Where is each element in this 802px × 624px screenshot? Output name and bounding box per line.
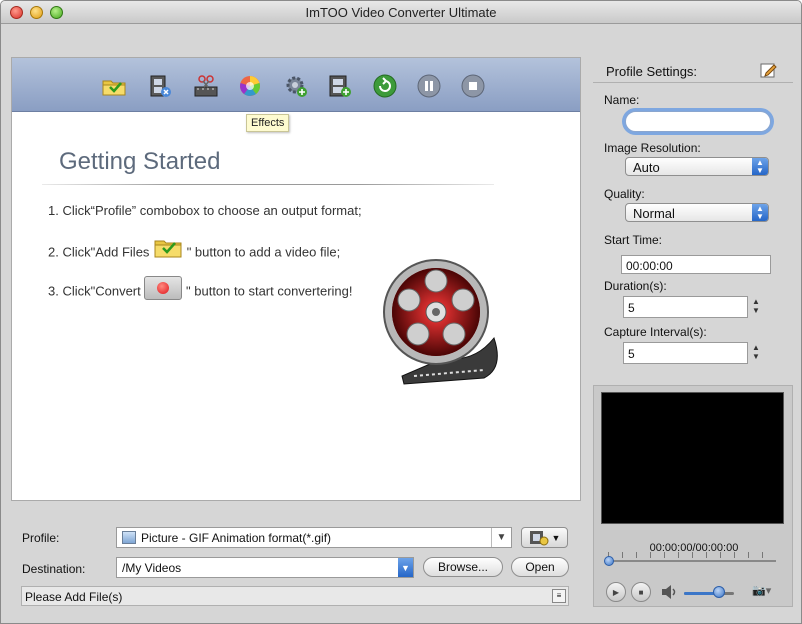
duration-stepper[interactable]: ▲ ▼ bbox=[751, 297, 761, 317]
film-reel-icon bbox=[383, 259, 498, 385]
capture-interval-value: 5 bbox=[628, 347, 635, 361]
quality-value: Normal bbox=[633, 206, 675, 221]
timeline-thumb[interactable] bbox=[604, 556, 614, 566]
duration-label: Duration(s): bbox=[604, 279, 667, 293]
stop-icon: ■ bbox=[638, 587, 644, 597]
step-3-text-before: 3. Click"Convert bbox=[48, 283, 141, 299]
convert-button[interactable] bbox=[371, 72, 399, 100]
profile-settings-title: Profile Settings: bbox=[606, 64, 698, 79]
effects-button[interactable] bbox=[236, 72, 264, 100]
getting-started-title: Getting Started bbox=[59, 148, 221, 175]
film-remove-icon bbox=[150, 75, 171, 97]
image-resolution-select[interactable]: Auto ▲ ▼ bbox=[625, 157, 769, 176]
image-resolution-label: Image Resolution: bbox=[604, 141, 701, 155]
film-add-icon bbox=[329, 75, 351, 97]
effects-tooltip: Effects bbox=[246, 114, 290, 132]
image-resolution-value: Auto bbox=[633, 160, 660, 175]
browse-button[interactable]: Browse... bbox=[423, 557, 503, 577]
capture-interval-stepper[interactable]: ▲ ▼ bbox=[751, 343, 761, 363]
step-2-text-before: 2. Click"Add Files bbox=[48, 244, 150, 260]
add-files-inline-icon bbox=[153, 235, 183, 259]
profile-settings-header: Profile Settings: bbox=[593, 57, 793, 83]
add-output-button[interactable] bbox=[326, 72, 354, 100]
gear-add-icon bbox=[286, 76, 307, 97]
name-label: Name: bbox=[604, 93, 640, 107]
title-bar: ImTOO Video Converter Ultimate bbox=[1, 1, 801, 24]
convert-inline-icon bbox=[144, 276, 183, 300]
pause-button[interactable] bbox=[415, 72, 443, 100]
step-1-text: 1. Click“Profile” combobox to choose an … bbox=[48, 203, 362, 218]
capture-interval-field[interactable]: 5 bbox=[623, 342, 748, 364]
step-2-text-after: " button to add a video file; bbox=[186, 244, 341, 260]
volume-icon[interactable] bbox=[660, 584, 678, 600]
volume-thumb[interactable] bbox=[713, 586, 725, 598]
play-button[interactable]: ▶ bbox=[606, 582, 626, 602]
preview-screen bbox=[601, 392, 784, 524]
pause-icon bbox=[417, 74, 441, 98]
status-bar: Please Add File(s) ≡ bbox=[21, 586, 569, 606]
updown-arrows-icon: ▲ ▼ bbox=[752, 158, 768, 175]
capture-interval-label: Capture Interval(s): bbox=[604, 325, 707, 339]
camera-icon: 📷▾ bbox=[752, 585, 772, 597]
timeline-track[interactable] bbox=[608, 560, 776, 562]
updown-arrows-icon: ▲ ▼ bbox=[752, 204, 768, 221]
profile-settings-button[interactable]: ▼ bbox=[521, 527, 568, 548]
log-icon[interactable]: ≡ bbox=[552, 589, 566, 603]
profile-value: Picture - GIF Animation format(*.gif) bbox=[141, 531, 332, 545]
snapshot-button[interactable]: 📷▾ bbox=[752, 584, 780, 600]
open-button[interactable]: Open bbox=[511, 557, 569, 577]
toolbar bbox=[12, 58, 580, 112]
profile-combobox[interactable]: Picture - GIF Animation format(*.gif) ▼ bbox=[116, 527, 512, 548]
add-profile-button[interactable] bbox=[282, 72, 310, 100]
duration-value: 5 bbox=[628, 301, 635, 315]
main-panel: Effects Getting Started 1. Click“Profile… bbox=[11, 57, 581, 501]
quality-label: Quality: bbox=[604, 187, 645, 201]
scissors-film-icon bbox=[194, 75, 218, 97]
film-settings-icon bbox=[529, 530, 549, 545]
status-text: Please Add File(s) bbox=[25, 590, 123, 604]
stop-preview-button[interactable]: ■ bbox=[631, 582, 651, 602]
folder-add-icon bbox=[102, 80, 126, 96]
convert-icon bbox=[373, 74, 397, 98]
profile-settings-panel: Profile Settings: Name: Image Resolution… bbox=[593, 57, 793, 377]
timeline-ticks bbox=[608, 552, 776, 558]
destination-value: /My Videos bbox=[122, 561, 182, 575]
play-icon: ▶ bbox=[612, 587, 620, 597]
stop-icon bbox=[461, 74, 485, 98]
step-2: 2. Click"Add Files " button to add a vid… bbox=[48, 240, 341, 265]
clip-button[interactable] bbox=[192, 72, 220, 100]
app-window: ImTOO Video Converter Ultimate Effects G… bbox=[0, 0, 802, 624]
destination-dropdown-icon[interactable]: ▼ bbox=[398, 558, 413, 577]
chevron-down-icon: ▼ bbox=[551, 532, 561, 543]
destination-label: Destination: bbox=[22, 562, 86, 576]
step-3-text-after: " button to start convertering! bbox=[186, 283, 353, 299]
profile-dropdown-icon[interactable]: ▼ bbox=[491, 528, 511, 547]
preview-panel: 00:00:00/00:00:00 ▶ ■ 📷▾ bbox=[593, 385, 793, 607]
start-time-label: Start Time: bbox=[604, 233, 663, 247]
window-title: ImTOO Video Converter Ultimate bbox=[305, 5, 497, 20]
edit-pencil-icon[interactable] bbox=[760, 61, 778, 79]
color-wheel-icon bbox=[240, 76, 260, 96]
destination-combobox[interactable]: /My Videos ▼ bbox=[116, 557, 414, 578]
title-divider bbox=[42, 184, 494, 185]
start-time-value: 00:00:00 bbox=[626, 259, 673, 273]
volume-slider[interactable] bbox=[684, 592, 734, 595]
add-files-button[interactable] bbox=[100, 72, 128, 100]
quality-select[interactable]: Normal ▲ ▼ bbox=[625, 203, 769, 222]
profile-label: Profile: bbox=[22, 531, 60, 545]
picture-format-icon bbox=[122, 531, 136, 544]
name-input[interactable] bbox=[625, 111, 771, 132]
step-3: 3. Click"Convert " button to start conve… bbox=[48, 276, 353, 304]
start-time-field[interactable]: 00:00:00 bbox=[621, 255, 771, 274]
duration-field[interactable]: 5 bbox=[623, 296, 748, 318]
remove-button[interactable] bbox=[146, 72, 174, 100]
stop-button[interactable] bbox=[459, 72, 487, 100]
